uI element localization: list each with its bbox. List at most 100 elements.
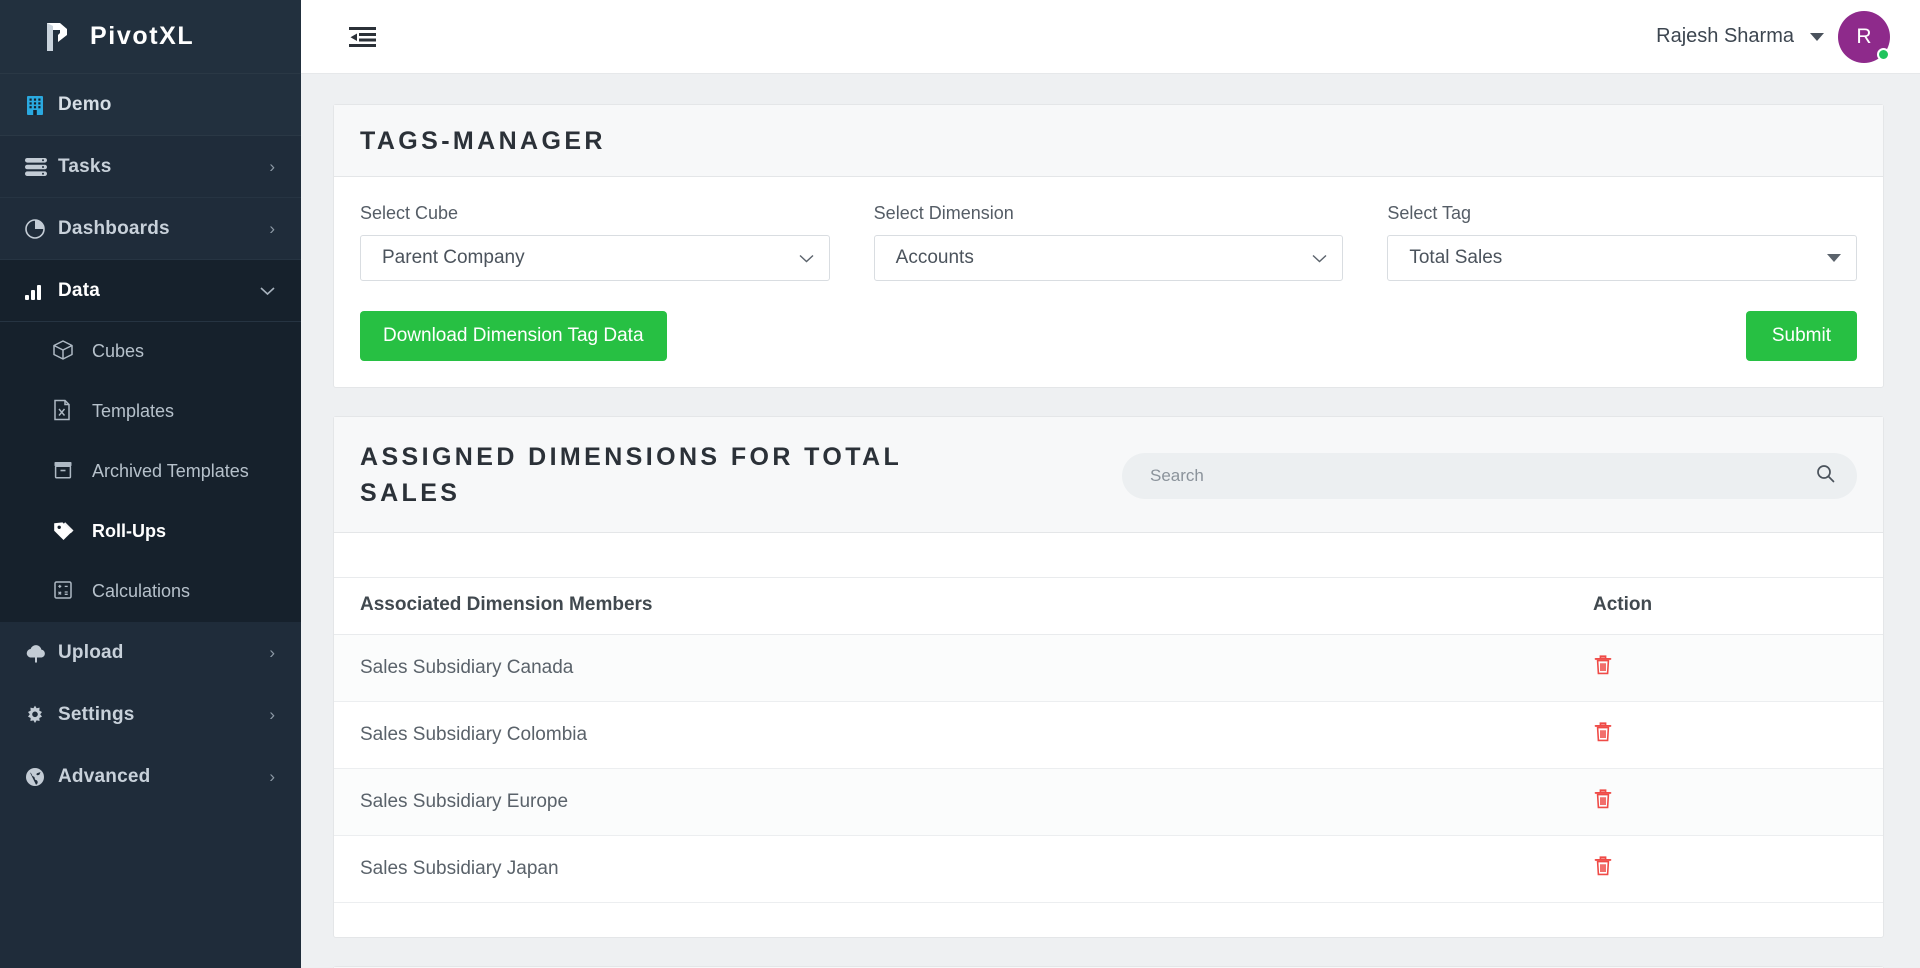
select-cube-label: Select Cube [360, 203, 459, 223]
sidebar-item-dashboards-label: Dashboards [58, 217, 170, 239]
assigned-dimensions-card-header: ASSIGNED DIMENSIONS FOR TOTAL SALES [334, 417, 1883, 533]
sidebar-item-data-label: Data [58, 279, 100, 301]
table-head: Associated Dimension Members Action [334, 576, 1883, 635]
sidebar-item-advanced-label: Advanced [58, 766, 151, 788]
search-box[interactable] [1122, 453, 1857, 499]
chevron-down-icon [799, 250, 814, 267]
sidebar-item-demo-label: Demo [58, 93, 112, 115]
search-icon[interactable] [1816, 464, 1835, 488]
dimension-member-cell: Sales Subsidiary Canada [334, 634, 1583, 702]
cloud-upload-icon [24, 643, 58, 663]
delete-row-button[interactable] [1593, 721, 1613, 746]
delete-row-button[interactable] [1593, 654, 1613, 679]
online-status-dot [1877, 47, 1890, 61]
chevron-right-icon: › [269, 705, 275, 724]
sidebar-item-templates[interactable]: Templates [0, 382, 301, 442]
sidebar-item-calculations-label: Calculations [92, 581, 191, 602]
assigned-dimensions-table: Associated Dimension Members Action Sale… [334, 576, 1883, 903]
topbar: Rajesh Sharma R [301, 0, 1920, 74]
trash-icon [1593, 855, 1613, 880]
trash-icon [1593, 654, 1613, 679]
bar-chart-icon [24, 281, 58, 301]
brand-name: PivotXL [90, 22, 195, 50]
table-row: Sales Subsidiary Japan [334, 835, 1883, 903]
field-select-dimension: Select Dimension Accounts [873, 203, 1344, 281]
select-cube-dropdown[interactable]: Parent Company [360, 235, 830, 281]
indent-menu-icon[interactable] [349, 26, 376, 48]
caret-down-icon [1827, 254, 1842, 262]
building-icon [24, 94, 58, 116]
sidebar-item-roll-ups-label: Roll-Ups [92, 521, 166, 542]
download-dimension-tag-data-button[interactable]: Download Dimension Tag Data [360, 311, 667, 361]
user-menu[interactable]: Rajesh Sharma R [1656, 10, 1890, 63]
select-dimension-value: Accounts [895, 247, 974, 268]
sidebar-item-templates-label: Templates [92, 401, 175, 422]
tags-manager-card-header: TAGS-MANAGER [334, 105, 1883, 177]
sidebar-item-roll-ups[interactable]: Roll-Ups [0, 502, 301, 562]
chevron-right-icon: › [269, 643, 275, 662]
select-tag-dropdown[interactable]: Total Sales [1387, 235, 1858, 281]
trash-icon [1593, 788, 1613, 813]
field-select-tag: Select Tag Total Sales [1387, 203, 1858, 281]
select-dimension-label: Select Dimension [873, 203, 1014, 223]
chevron-right-icon: › [269, 218, 275, 238]
assigned-dimensions-title: ASSIGNED DIMENSIONS FOR TOTAL SALES [360, 443, 902, 508]
app-root: PivotXL Demo Tasks › Dashboards › Data C… [0, 0, 1920, 968]
main-area: Rajesh Sharma R TAGS-MANAGER Select Cube [301, 0, 1920, 968]
chevron-right-icon: › [269, 767, 275, 786]
action-cell [1583, 768, 1883, 836]
filters-row: Select Cube Parent Company Select Dimens… [360, 203, 1858, 281]
sidebar-item-cubes-label: Cubes [92, 341, 145, 362]
sidebar-item-archived-templates[interactable]: Archived Templates [0, 442, 301, 502]
tags-manager-actions: Download Dimension Tag Data Submit [360, 311, 1857, 361]
table-body: Sales Subsidiary Canada Sales Subsidiary … [334, 634, 1883, 903]
sidebar-subnav-data: Cubes Templates Archived Templates Roll-… [0, 322, 301, 622]
column-header-members: Associated Dimension Members [334, 576, 1583, 635]
tags-icon [52, 519, 92, 546]
tags-manager-card-body: Select Cube Parent Company Select Dimens… [334, 177, 1883, 387]
submit-button[interactable]: Submit [1745, 311, 1857, 361]
select-dimension-dropdown[interactable]: Accounts [873, 235, 1344, 281]
page-title: TAGS-MANAGER [360, 127, 606, 155]
sidebar-item-calculations[interactable]: Calculations [0, 562, 301, 622]
assigned-dimensions-card: ASSIGNED DIMENSIONS FOR TOTAL SALES Sear… [333, 416, 1884, 938]
search-input[interactable] [1148, 465, 1816, 487]
brand-header[interactable]: PivotXL [0, 0, 301, 74]
table-row: Sales Subsidiary Colombia [334, 701, 1883, 769]
action-cell [1583, 835, 1883, 903]
sidebar-item-tasks[interactable]: Tasks › [0, 136, 301, 198]
gear-icon [24, 704, 58, 726]
dimension-member-cell: Sales Subsidiary Japan [334, 835, 1583, 903]
field-select-cube: Select Cube Parent Company [360, 203, 830, 281]
globe-icon [24, 766, 58, 788]
page-content: TAGS-MANAGER Select Cube Parent Company [301, 74, 1920, 968]
sidebar-item-cubes[interactable]: Cubes [0, 322, 301, 382]
calculator-icon [52, 579, 92, 606]
sidebar-item-data[interactable]: Data [0, 260, 301, 322]
dimension-member-cell: Sales Subsidiary Europe [334, 768, 1583, 836]
table-top-band [334, 532, 1883, 577]
sidebar-item-advanced[interactable]: Advanced › [0, 746, 301, 808]
sidebar-item-upload[interactable]: Upload › [0, 622, 301, 684]
sidebar-item-dashboards[interactable]: Dashboards › [0, 198, 301, 260]
sidebar-item-settings[interactable]: Settings › [0, 684, 301, 746]
trash-icon [1593, 721, 1613, 746]
column-header-action: Action [1583, 576, 1883, 635]
select-tag-label: Select Tag [1387, 203, 1472, 223]
delete-row-button[interactable] [1593, 855, 1613, 880]
sidebar-item-demo[interactable]: Demo [0, 74, 301, 136]
sidebar: PivotXL Demo Tasks › Dashboards › Data C… [0, 0, 301, 968]
sidebar-item-archived-templates-label: Archived Templates [92, 461, 249, 482]
dimension-member-cell: Sales Subsidiary Colombia [334, 701, 1583, 769]
select-tag-value: Total Sales [1409, 247, 1503, 268]
select-cube-value: Parent Company [382, 247, 525, 268]
action-cell [1583, 634, 1883, 702]
pie-chart-icon [24, 218, 58, 240]
pivotxl-logo-icon [38, 20, 72, 54]
chevron-down-icon [260, 281, 275, 301]
avatar[interactable]: R [1838, 10, 1890, 63]
excel-file-icon [52, 399, 92, 426]
chevron-down-icon [1312, 250, 1327, 267]
chevron-right-icon: › [269, 156, 275, 176]
delete-row-button[interactable] [1593, 788, 1613, 813]
